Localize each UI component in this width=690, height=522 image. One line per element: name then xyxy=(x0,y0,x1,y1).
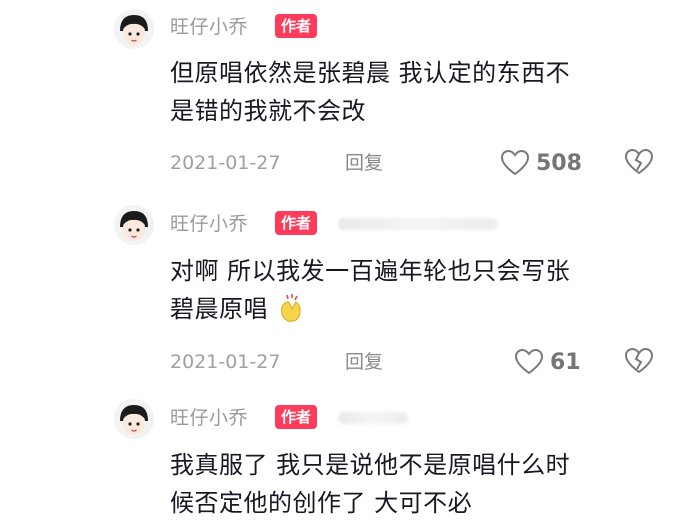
author-badge: 作者 xyxy=(275,405,318,429)
blurred-meta xyxy=(338,412,408,424)
clapping-hands-emoji xyxy=(276,293,304,334)
username[interactable]: 旺仔小乔 xyxy=(170,16,248,38)
dislike-button[interactable] xyxy=(624,148,654,178)
comment-line: 候否定他的创作了 大可不必 xyxy=(170,489,473,517)
comment-line: 是错的我就不会改 xyxy=(170,97,366,125)
broken-heart-icon xyxy=(624,347,654,374)
avatar[interactable] xyxy=(114,399,154,439)
username[interactable]: 旺仔小乔 xyxy=(170,213,248,235)
username[interactable]: 旺仔小乔 xyxy=(170,407,248,429)
reply-button[interactable]: 回复 xyxy=(345,350,383,374)
comment-text: 我真服了 我只是说他不是原唱什么时 候否定他的创作了 大可不必 xyxy=(170,446,650,522)
comment-line: 碧晨原唱 xyxy=(170,295,268,323)
comment-date: 2021-01-27 xyxy=(170,152,281,174)
author-badge: 作者 xyxy=(275,211,318,235)
author-badge: 作者 xyxy=(275,14,318,38)
like-count: 61 xyxy=(550,349,581,375)
comment-date: 2021-01-27 xyxy=(170,351,281,373)
avatar[interactable] xyxy=(114,9,154,49)
like-count: 508 xyxy=(536,150,582,176)
avatar[interactable] xyxy=(114,205,154,245)
like-button[interactable]: 508 xyxy=(500,148,582,178)
comment-text: 但原唱依然是张碧晨 我认定的东西不 是错的我就不会改 xyxy=(170,54,650,130)
comment-line: 我真服了 我只是说他不是原唱什么时 xyxy=(170,451,571,479)
heart-outline-icon xyxy=(514,348,544,375)
heart-outline-icon xyxy=(500,149,530,176)
dislike-button[interactable] xyxy=(624,347,654,377)
comment-line-wrap: 碧晨原唱 xyxy=(170,290,650,334)
blurred-meta xyxy=(338,218,498,230)
comment-line: 对啊 所以我发一百遍年轮也只会写张 xyxy=(170,257,571,285)
reply-button[interactable]: 回复 xyxy=(345,151,383,175)
comment-line: 但原唱依然是张碧晨 我认定的东西不 xyxy=(170,59,571,87)
broken-heart-icon xyxy=(624,148,654,175)
comment-text: 对啊 所以我发一百遍年轮也只会写张 碧晨原唱 xyxy=(170,252,650,334)
like-button[interactable]: 61 xyxy=(514,347,581,377)
